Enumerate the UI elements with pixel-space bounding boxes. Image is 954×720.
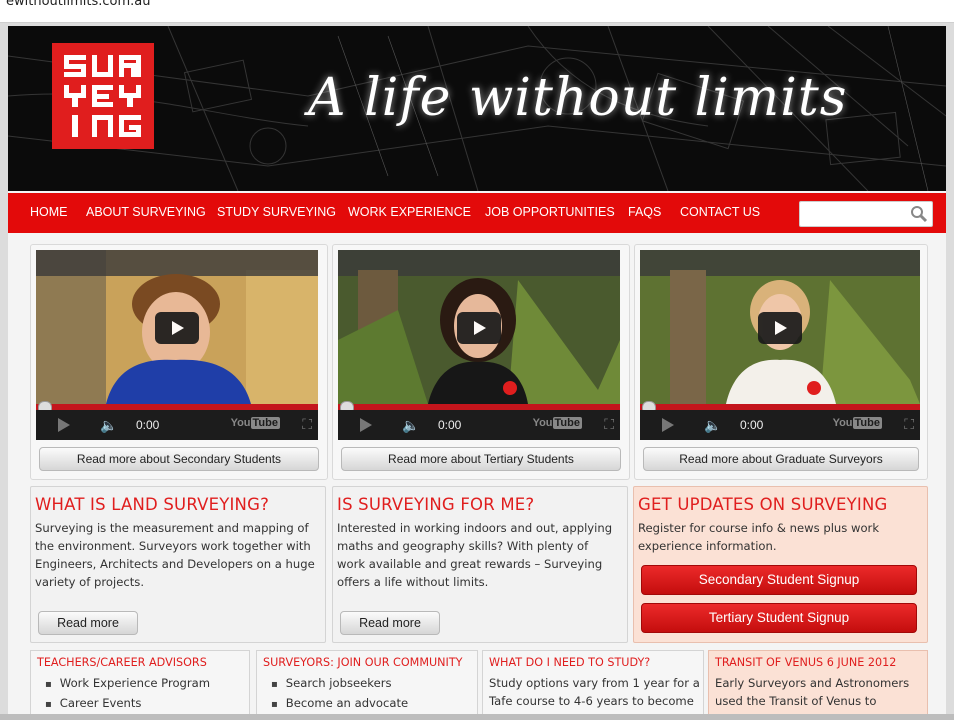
play-button[interactable] bbox=[457, 312, 501, 344]
surveying-logo[interactable] bbox=[52, 43, 154, 149]
main-nav: HOME ABOUT SURVEYING STUDY SURVEYING WOR… bbox=[8, 193, 946, 233]
surveyors-community-panel: SURVEYORS: JOIN OUR COMMUNITY Search job… bbox=[256, 650, 478, 720]
fullscreen-icon[interactable]: ⛶ bbox=[302, 416, 312, 433]
mini-title: WHAT DO I NEED TO STUDY? bbox=[489, 656, 651, 669]
play-icon[interactable] bbox=[662, 418, 674, 432]
nav-home[interactable]: HOME bbox=[30, 205, 68, 219]
play-button[interactable] bbox=[758, 312, 802, 344]
volume-icon[interactable]: 🔈 bbox=[402, 417, 419, 434]
mini-title: TRANSIT OF VENUS 6 JUNE 2012 bbox=[715, 656, 897, 669]
video-card-tertiary: 🔈 0:00 You Tube ⛶ Read more about Tertiar… bbox=[332, 244, 630, 480]
read-more-button[interactable]: Read more bbox=[340, 611, 440, 635]
nav-job-opportunities[interactable]: JOB OPPORTUNITIES bbox=[485, 205, 615, 219]
teachers-links: Work Experience Program Career Events bbox=[45, 674, 210, 714]
nav-work-experience[interactable]: WORK EXPERIENCE bbox=[348, 205, 471, 219]
video-time: 0:00 bbox=[438, 418, 462, 432]
read-more-button[interactable]: Read more bbox=[38, 611, 138, 635]
nav-about-surveying[interactable]: ABOUT SURVEYING bbox=[86, 205, 206, 219]
video-player[interactable]: 🔈 0:00 You Tube ⛶ bbox=[338, 250, 620, 440]
video-controls: 🔈 0:00 You Tube ⛶ bbox=[36, 410, 318, 440]
video-card-graduate: 🔈 0:00 You Tube ⛶ Read more about Graduat… bbox=[634, 244, 928, 480]
video-time: 0:00 bbox=[740, 418, 764, 432]
career-events-link[interactable]: Career Events bbox=[45, 694, 210, 714]
what-is-land-surveying-panel: WHAT IS LAND SURVEYING? Surveying is the… bbox=[30, 486, 326, 643]
search-jobseekers-link[interactable]: Search jobseekers bbox=[271, 674, 408, 694]
volume-icon[interactable]: 🔈 bbox=[100, 417, 117, 434]
youtube-logo[interactable]: You Tube bbox=[833, 417, 882, 429]
search-icon[interactable] bbox=[910, 205, 928, 228]
search-box bbox=[799, 201, 933, 227]
play-icon[interactable] bbox=[360, 418, 372, 432]
mini-title: SURVEYORS: JOIN OUR COMMUNITY bbox=[263, 656, 463, 669]
what-to-study-panel: WHAT DO I NEED TO STUDY? Study options v… bbox=[482, 650, 704, 720]
video-player[interactable]: 🔈 0:00 You Tube ⛶ bbox=[640, 250, 920, 440]
transit-of-venus-panel: TRANSIT OF VENUS 6 JUNE 2012 Early Surve… bbox=[708, 650, 928, 720]
is-surveying-for-me-panel: IS SURVEYING FOR ME? Interested in worki… bbox=[332, 486, 628, 643]
website: A life without limits HOME ABOUT SURVEYI… bbox=[8, 26, 946, 720]
nav-faqs[interactable]: FAQS bbox=[628, 205, 661, 219]
community-links: Search jobseekers Become an advocate bbox=[271, 674, 408, 714]
video-controls: 🔈 0:00 You Tube ⛶ bbox=[640, 410, 920, 440]
tertiary-student-signup-button[interactable]: Tertiary Student Signup bbox=[641, 603, 917, 633]
read-more-tertiary-button[interactable]: Read more about Tertiary Students bbox=[341, 447, 621, 471]
become-an-advocate-link[interactable]: Become an advocate bbox=[271, 694, 408, 714]
tagline: A life without limits bbox=[308, 68, 848, 128]
video-player[interactable]: 🔈 0:00 You Tube ⛶ bbox=[36, 250, 318, 440]
secondary-student-signup-button[interactable]: Secondary Student Signup bbox=[641, 565, 917, 595]
nav-contact-us[interactable]: CONTACT US bbox=[680, 205, 760, 219]
youtube-logo[interactable]: You Tube bbox=[533, 417, 582, 429]
panel-body: Register for course info & news plus wor… bbox=[638, 521, 880, 553]
volume-icon[interactable]: 🔈 bbox=[704, 417, 721, 434]
nav-study-surveying[interactable]: STUDY SURVEYING bbox=[217, 205, 336, 219]
read-more-secondary-button[interactable]: Read more about Secondary Students bbox=[39, 447, 319, 471]
read-more-graduate-button[interactable]: Read more about Graduate Surveyors bbox=[643, 447, 919, 471]
panel-title: GET UPDATES ON SURVEYING bbox=[638, 495, 888, 514]
panel-title: IS SURVEYING FOR ME? bbox=[337, 495, 535, 514]
teachers-career-advisors-panel: TEACHERS/CAREER ADVISORS Work Experience… bbox=[30, 650, 250, 720]
play-button[interactable] bbox=[155, 312, 199, 344]
play-icon[interactable] bbox=[58, 418, 70, 432]
panel-title: WHAT IS LAND SURVEYING? bbox=[35, 495, 270, 514]
browser-url-bar[interactable]: ewithoutlimits.com.au bbox=[0, 0, 954, 23]
video-time: 0:00 bbox=[136, 418, 160, 432]
work-experience-program-link[interactable]: Work Experience Program bbox=[45, 674, 210, 694]
browser-status-bar bbox=[0, 714, 954, 720]
fullscreen-icon[interactable]: ⛶ bbox=[604, 416, 614, 433]
header-banner: A life without limits bbox=[8, 26, 946, 191]
url-text: ewithoutlimits.com.au bbox=[6, 0, 151, 9]
panel-body: Interested in working indoors and out, a… bbox=[337, 521, 613, 589]
mini-body: Study options vary from 1 year for a Taf… bbox=[489, 676, 700, 708]
video-controls: 🔈 0:00 You Tube ⛶ bbox=[338, 410, 620, 440]
surveying-logo-mark bbox=[64, 55, 141, 137]
video-card-secondary: 🔈 0:00 You Tube ⛶ Read more about Seconda… bbox=[30, 244, 328, 480]
mini-body: Early Surveyors and Astronomers used the… bbox=[715, 676, 910, 708]
fullscreen-icon[interactable]: ⛶ bbox=[904, 416, 914, 433]
search-input[interactable] bbox=[804, 204, 908, 226]
youtube-logo[interactable]: You Tube bbox=[231, 417, 280, 429]
panel-body: Surveying is the measurement and mapping… bbox=[35, 521, 315, 589]
get-updates-panel: GET UPDATES ON SURVEYING Register for co… bbox=[633, 486, 928, 643]
mini-title: TEACHERS/CAREER ADVISORS bbox=[37, 656, 207, 669]
